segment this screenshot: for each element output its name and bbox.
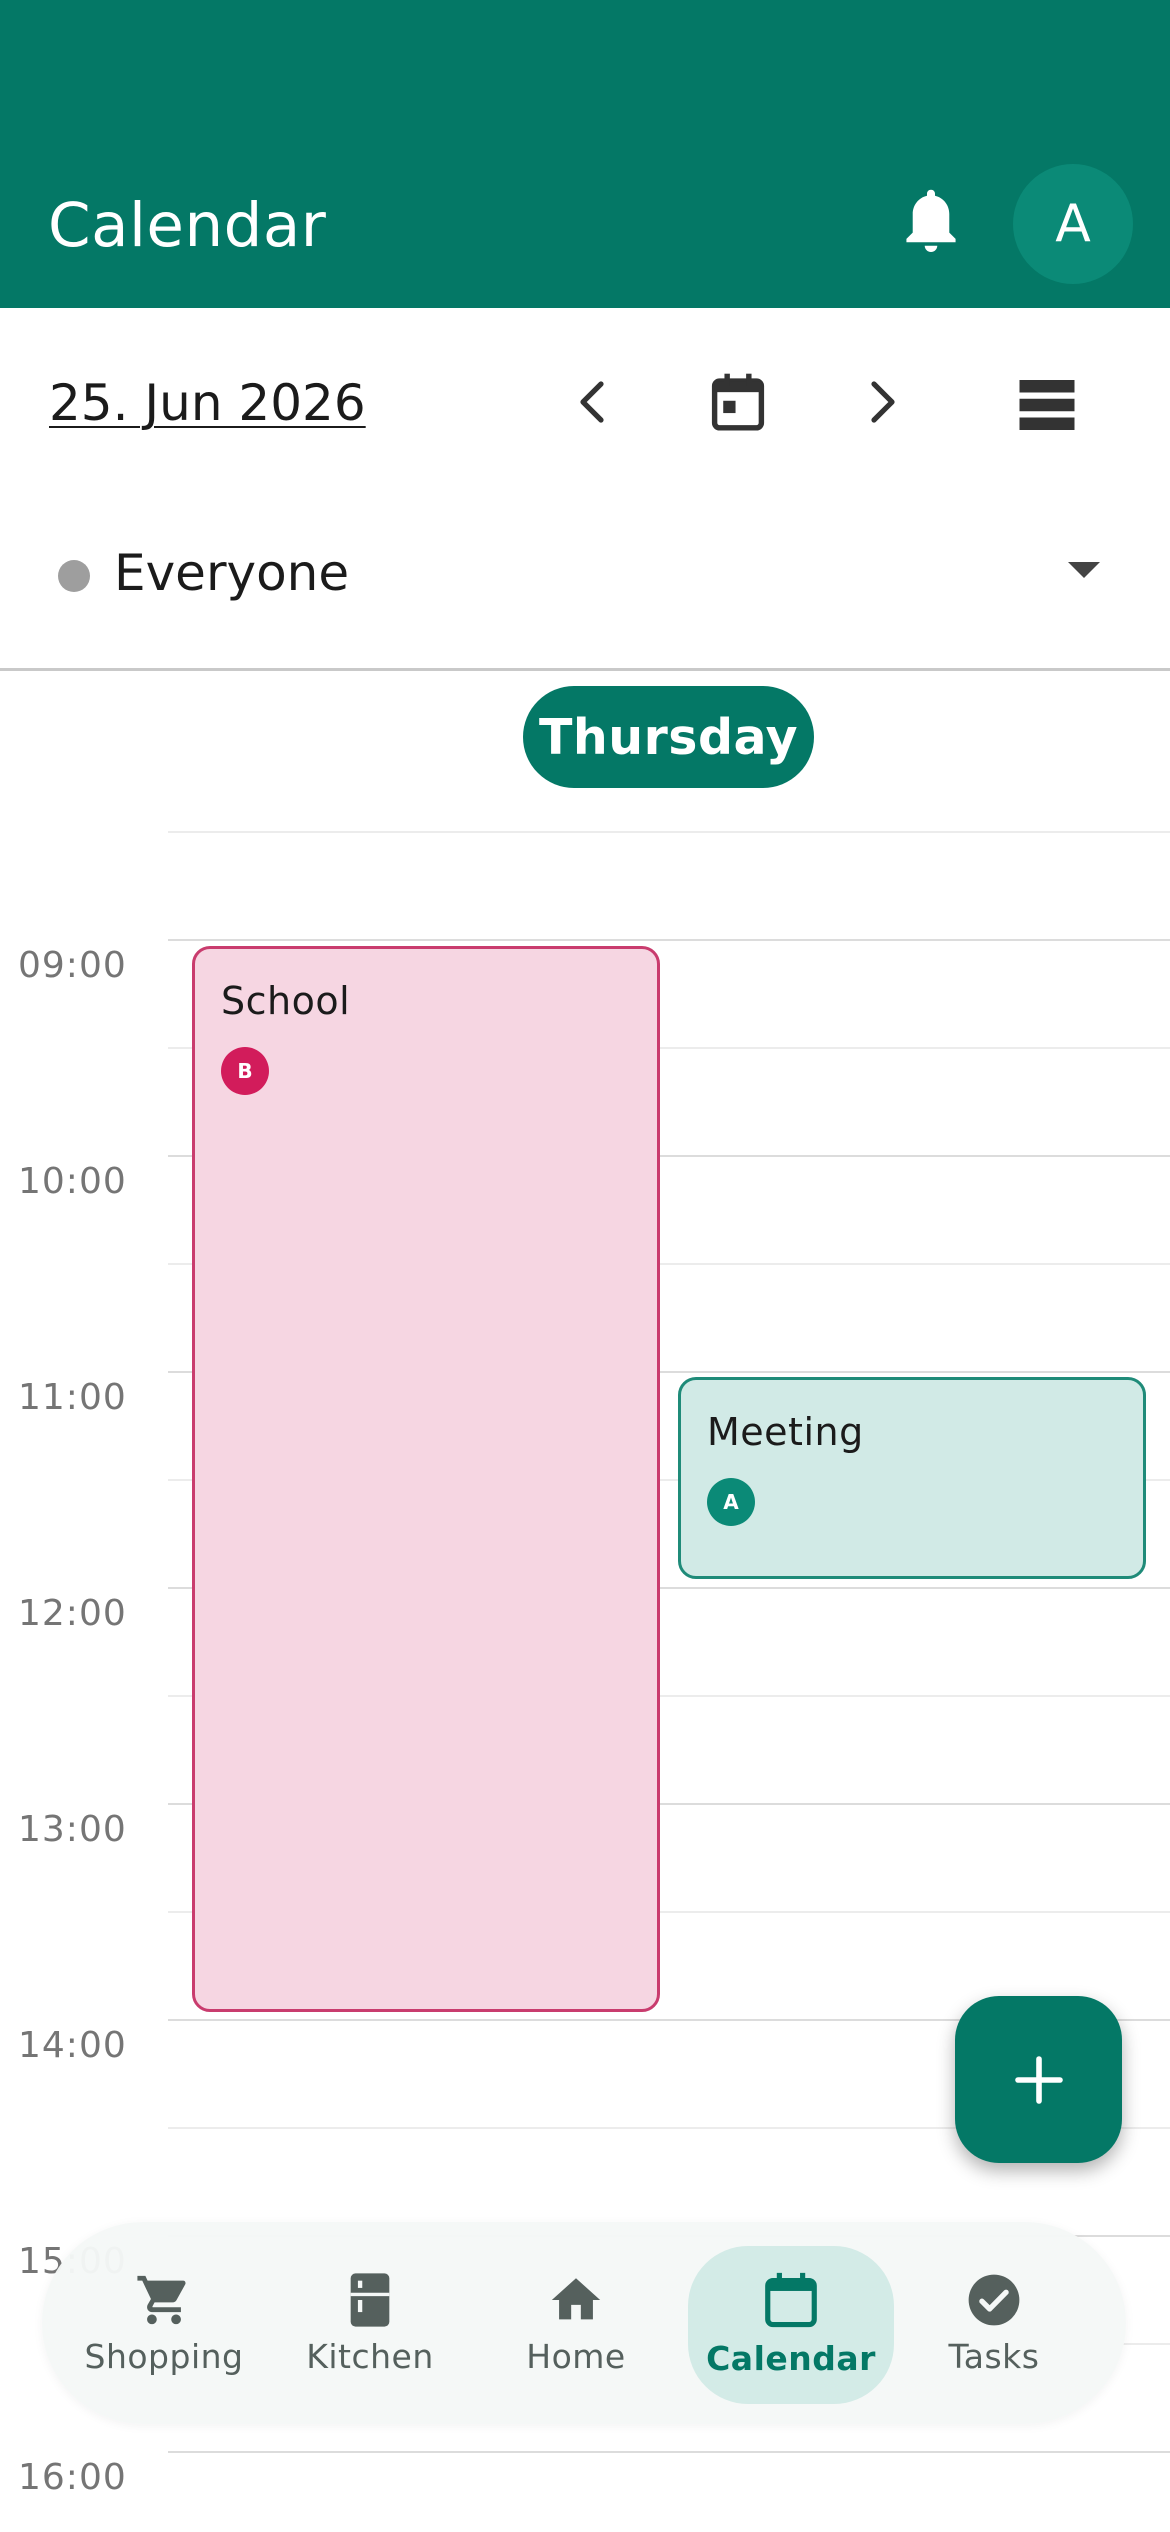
page-title: Calendar bbox=[48, 190, 327, 261]
nav-label: Tasks bbox=[948, 2336, 1040, 2376]
filter-label: Everyone bbox=[114, 544, 350, 602]
nav-item-calendar[interactable]: Calendar bbox=[688, 2222, 894, 2424]
user-avatar[interactable]: A bbox=[1013, 164, 1133, 284]
fridge-icon bbox=[350, 2272, 390, 2327]
hour-label: 16:00 bbox=[18, 2457, 127, 2498]
date-toolbar: 25. Jun 2026 bbox=[0, 308, 1170, 498]
dropdown-arrow-icon bbox=[1068, 562, 1100, 578]
hour-label: 11:00 bbox=[18, 1377, 127, 1418]
hour-label: 10:00 bbox=[18, 1161, 127, 1202]
add-event-button[interactable] bbox=[955, 1996, 1122, 2163]
nav-item-kitchen[interactable]: Kitchen bbox=[272, 2222, 468, 2424]
event-school[interactable]: School B bbox=[192, 946, 660, 2012]
nav-item-shopping[interactable]: Shopping bbox=[66, 2222, 262, 2424]
app-bar: Calendar A bbox=[0, 0, 1170, 308]
hour-label: 13:00 bbox=[18, 1809, 127, 1850]
check-circle-icon bbox=[968, 2274, 1020, 2325]
day-header: Thursday bbox=[523, 686, 814, 788]
nav-item-tasks[interactable]: Tasks bbox=[896, 2222, 1092, 2424]
current-date[interactable]: 25. Jun 2026 bbox=[49, 374, 366, 432]
home-icon bbox=[551, 2277, 601, 2319]
hour-label: 09:00 bbox=[18, 945, 127, 986]
calendar-today-icon[interactable] bbox=[704, 368, 772, 436]
bottom-navigation: Shopping Kitchen Home Calendar Tasks bbox=[42, 2222, 1126, 2424]
plus-icon bbox=[1014, 2055, 1063, 2104]
cart-icon bbox=[137, 2275, 186, 2324]
event-title: School bbox=[221, 979, 351, 1023]
nav-label: Kitchen bbox=[306, 2336, 434, 2376]
notifications-bell-icon[interactable] bbox=[896, 184, 966, 264]
chevron-left-icon[interactable] bbox=[565, 374, 621, 430]
filter-color-dot bbox=[58, 560, 90, 592]
chevron-right-icon[interactable] bbox=[854, 374, 910, 430]
grid-line bbox=[168, 2451, 1170, 2453]
calendar-icon bbox=[765, 2272, 817, 2327]
hour-label: 12:00 bbox=[18, 1593, 127, 1634]
grid-line bbox=[168, 831, 1170, 833]
nav-item-home[interactable]: Home bbox=[478, 2222, 674, 2424]
nav-label: Calendar bbox=[706, 2338, 876, 2378]
person-filter-dropdown[interactable]: Everyone bbox=[0, 498, 1170, 671]
event-meeting[interactable]: Meeting A bbox=[678, 1377, 1146, 1579]
nav-label: Shopping bbox=[84, 2336, 244, 2376]
event-person-badge: A bbox=[707, 1478, 755, 1526]
event-title: Meeting bbox=[707, 1410, 864, 1454]
nav-label: Home bbox=[526, 2336, 626, 2376]
event-person-badge: B bbox=[221, 1047, 269, 1095]
grid-line bbox=[168, 939, 1170, 941]
hour-label: 14:00 bbox=[18, 2025, 127, 2066]
view-agenda-icon[interactable] bbox=[1012, 374, 1082, 436]
